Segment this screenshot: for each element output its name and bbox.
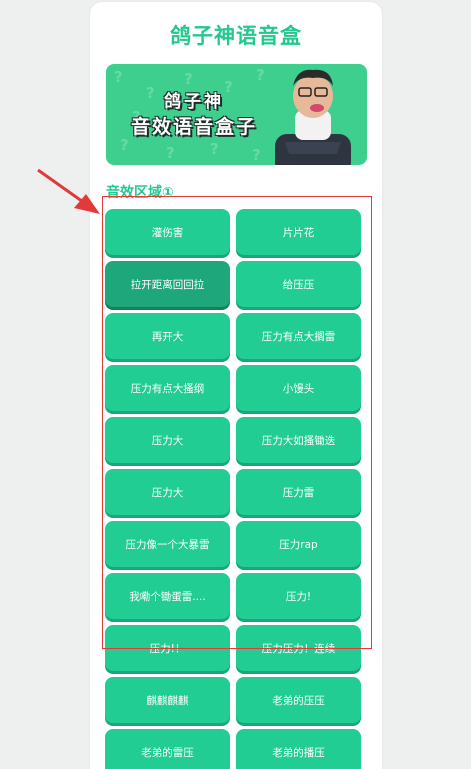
section-title: 音效区域① [106,185,174,201]
banner-line1: 鸽子神 [164,92,224,112]
sound-button[interactable]: 压力大 [105,469,230,515]
sound-button[interactable]: 片片花 [236,209,361,255]
sound-button[interactable]: 压力有点大搔纲 [105,365,230,411]
sound-button[interactable]: 再开大 [105,313,230,359]
sound-button[interactable]: 压力!！ [105,625,230,671]
sound-button[interactable]: 灌伤害 [105,209,230,255]
sound-button[interactable]: 压力rap [236,521,361,567]
sound-button[interactable]: 给压压 [236,261,361,307]
banner-image: ? ? ? ? ? ? ? ? ? ? 鸽子神 音效语音盒子 [106,64,367,165]
page-title: 鸽子神语音盒 [170,24,302,48]
sound-button[interactable]: 压力大 [105,417,230,463]
sound-button[interactable]: 压力大如搔锄迭 [236,417,361,463]
sound-button[interactable]: 老弟的播压 [236,729,361,769]
banner-line2: 音效语音盒子 [130,116,257,138]
sound-button[interactable]: 压力有点大搁雷 [236,313,361,359]
sound-button[interactable]: 拉开距离回回拉 [105,261,230,307]
pointer-arrow-icon [37,168,100,214]
sound-button[interactable]: 我嘞个锄蛋雷.... [105,573,230,619]
sound-button-grid: 灌伤害 片片花 拉开距离回回拉 给压压 再开大 压力有点大搁雷 压力有点大搔纲 小馒头 压力大压… [105,209,363,769]
sound-button[interactable]: 老弟的雷压 [105,729,230,769]
sound-button[interactable]: 压力雷 [236,469,361,515]
banner-text: 鸽子神 音效语音盒子 [120,90,268,140]
sound-button[interactable]: 压力像一个大暴雷 [105,521,230,567]
sound-button[interactable]: 老弟的压压 [236,677,361,723]
sound-button[interactable]: 麒麒麒麒 [105,677,230,723]
sound-button[interactable]: 压力压力！连续 [236,625,361,671]
person-image [275,69,351,165]
app-panel: 鸽子神语音盒 ? ? ? ? ? ? ? ? ? ? 鸽子神 音效语音盒子 音效… [90,2,382,769]
sound-button[interactable]: 压力! [236,573,361,619]
sound-button[interactable]: 小馒头 [236,365,361,411]
